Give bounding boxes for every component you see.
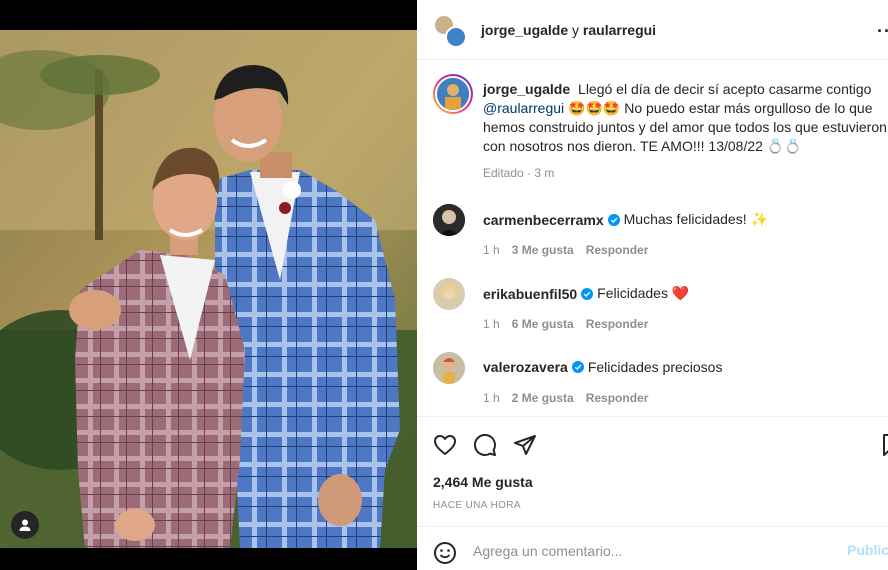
avatar[interactable] (433, 352, 465, 384)
comment-likes-link[interactable]: 6 Me gusta (512, 317, 574, 331)
more-options-button[interactable]: ·· (877, 21, 888, 42)
user-tag-button[interactable] (11, 511, 39, 539)
comment-username[interactable]: carmenbecerramx (483, 212, 604, 228)
avatar (445, 26, 467, 48)
collab-avatars[interactable] (433, 14, 469, 50)
reply-button[interactable]: Responder (586, 243, 649, 257)
comment-item: carmenbecerramx Muchas felicidades! ✨ 1 … (433, 204, 888, 268)
comment-item: erikabuenfil50 Felicidades ❤️ 1 h 6 Me g… (433, 278, 888, 342)
caption-username[interactable]: jorge_ugalde (483, 81, 570, 97)
caption-mention-link[interactable]: @raularregui (483, 100, 564, 116)
avatar (435, 76, 471, 112)
bookmark-icon[interactable] (880, 433, 888, 457)
comment-time: 1 h (483, 391, 500, 405)
publish-button[interactable]: Publicar (847, 542, 888, 558)
edited-label: Editado (483, 166, 524, 180)
comment-username[interactable]: valerozavera (483, 359, 568, 375)
post-detail-panel: jorge_ugalde y raularregui ·· jorge_ugal… (417, 0, 888, 570)
comment-time: 1 h (483, 317, 500, 331)
emoji-icon[interactable] (433, 541, 457, 565)
likes-count[interactable]: 2,464 Me gusta (433, 474, 533, 490)
author-username[interactable]: jorge_ugalde (481, 22, 568, 38)
post-header: jorge_ugalde y raularregui ·· (417, 0, 888, 60)
comment-text: Felicidades preciosos (587, 359, 723, 375)
caption-avatar[interactable] (433, 74, 473, 114)
comment-time: 1 h (483, 243, 500, 257)
comment-icon[interactable] (473, 433, 497, 457)
verified-badge-icon (571, 361, 584, 373)
author-conjunction: y (572, 22, 580, 38)
heart-icon[interactable] (433, 433, 457, 457)
comment-text: Felicidades ❤️ (597, 285, 690, 301)
post-media (0, 0, 417, 570)
paper-plane-icon[interactable] (513, 433, 537, 457)
more-options-icon: ·· (877, 21, 888, 41)
collaborator-username[interactable]: raularregui (583, 22, 656, 38)
caption-body-start: Llegó el día de decir sí acepto casarme … (578, 81, 872, 97)
post-actions: 2,464 Me gusta HACE UNA HORA (417, 416, 888, 526)
add-comment-bar: Publicar (417, 526, 888, 570)
comment-text: Muchas felicidades! ✨ (623, 211, 768, 227)
reply-button[interactable]: Responder (586, 317, 649, 331)
avatar[interactable] (433, 204, 465, 236)
comment-likes-link[interactable]: 2 Me gusta (512, 391, 574, 405)
post-authors: jorge_ugalde y raularregui (481, 22, 656, 38)
post-photo[interactable] (0, 30, 417, 548)
post-timestamp: HACE UNA HORA (433, 500, 521, 511)
comment-input[interactable] (473, 539, 833, 563)
verified-badge-icon (607, 213, 620, 226)
comment-username[interactable]: erikabuenfil50 (483, 286, 577, 302)
meta-separator: · (527, 166, 532, 180)
avatar[interactable] (433, 278, 465, 310)
caption-time: 3 m (534, 166, 555, 180)
caption-meta: Editado · 3 m (483, 166, 554, 180)
caption-text: jorge_ugalde Llegó el día de decir sí ac… (483, 80, 888, 156)
verified-badge-icon (581, 287, 594, 300)
comment-likes-link[interactable]: 3 Me gusta (512, 243, 574, 257)
comment-item: valerozavera Felicidades preciosos 1 h 2… (433, 352, 888, 416)
reply-button[interactable]: Responder (586, 391, 649, 405)
user-tag-icon (19, 519, 31, 531)
